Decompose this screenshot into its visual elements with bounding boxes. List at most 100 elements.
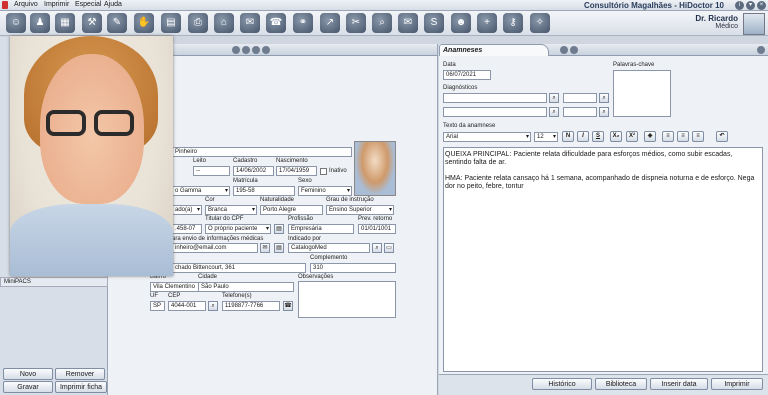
titular-select[interactable]: O próprio paciente: [205, 224, 271, 234]
naturalidade-field[interactable]: Porto Alegre: [260, 205, 323, 215]
nav-icon[interactable]: [232, 46, 240, 54]
tab-anamneses[interactable]: Anamneses: [439, 44, 549, 56]
search-icon[interactable]: ⌕: [372, 243, 382, 253]
diagnostico-field-2[interactable]: [443, 107, 547, 117]
matricula-field[interactable]: 195-58: [233, 186, 295, 196]
close-icon[interactable]: [757, 46, 765, 54]
palavras-chave-field[interactable]: [613, 70, 671, 117]
nav-icon[interactable]: [262, 46, 270, 54]
cep-field[interactable]: 4044-001: [168, 301, 206, 311]
cor-select[interactable]: Branca: [205, 205, 257, 215]
inativo-label: Inativo: [329, 168, 347, 174]
menu-imprimir[interactable]: Imprimir: [44, 1, 69, 8]
observacoes-field[interactable]: [298, 281, 396, 318]
align-right-icon[interactable]: ≡: [692, 131, 704, 142]
plano-select[interactable]: o Gamma: [172, 186, 230, 196]
subscript-button[interactable]: X₂: [610, 131, 622, 142]
search-icon[interactable]: ⌕: [372, 13, 392, 33]
align-center-icon[interactable]: ≡: [677, 131, 689, 142]
search-icon[interactable]: ⌕: [549, 107, 559, 117]
document-icon[interactable]: ▤: [274, 243, 284, 253]
search-icon[interactable]: ⌕: [599, 93, 609, 103]
font-select[interactable]: Arial: [443, 132, 531, 142]
document-icon[interactable]: ▤: [274, 224, 284, 234]
grau-select[interactable]: Ensino Superior: [326, 205, 394, 215]
print-icon[interactable]: ⎙: [188, 13, 208, 33]
profissao-field[interactable]: Empresária: [288, 224, 354, 234]
email-field[interactable]: inheiro@email.com: [172, 243, 258, 253]
telefone-field[interactable]: 1198877-7766: [222, 301, 280, 311]
send-icon[interactable]: ✉: [260, 243, 270, 253]
cadastro-field[interactable]: 14/06/2002: [233, 166, 274, 176]
font-size-select[interactable]: 12: [534, 132, 558, 142]
nav-icon[interactable]: [560, 46, 568, 54]
diagnostico-field-1[interactable]: [443, 93, 547, 103]
imprimir-ficha-button[interactable]: Imprimir ficha: [55, 381, 107, 393]
group-icon[interactable]: ♟: [30, 13, 50, 33]
compass-icon[interactable]: ✧: [530, 13, 550, 33]
search-icon[interactable]: ⌕: [599, 107, 609, 117]
phone-icon[interactable]: ☎: [283, 301, 293, 311]
italic-button[interactable]: I: [577, 131, 589, 142]
tools-icon[interactable]: ⚒: [82, 13, 102, 33]
inserir-data-button[interactable]: Inserir data: [650, 378, 708, 390]
patient-name-field[interactable]: Pinheiro: [172, 147, 352, 157]
close-window-icon[interactable]: ×: [757, 1, 766, 10]
menu-especial[interactable]: Especial: [75, 1, 101, 8]
align-left-icon[interactable]: ≡: [662, 131, 674, 142]
calendar-icon[interactable]: ▦: [55, 13, 75, 33]
home-icon[interactable]: ⌂: [214, 13, 234, 33]
export-icon[interactable]: ↗: [320, 13, 340, 33]
endereco-field[interactable]: chado Bittencourt, 361: [172, 263, 306, 273]
gravar-button[interactable]: Gravar: [3, 381, 53, 393]
search-icon[interactable]: ⌕: [208, 301, 218, 311]
estado-civil-select[interactable]: ado(a): [172, 205, 202, 215]
scissors-icon[interactable]: ✂: [346, 13, 366, 33]
mask-icon[interactable]: ☻: [451, 13, 471, 33]
cpf-field[interactable]: .458-07: [172, 224, 202, 234]
user-icon[interactable]: ☺: [6, 13, 26, 33]
search-icon[interactable]: ⌕: [549, 93, 559, 103]
key-icon[interactable]: ⚷: [503, 13, 523, 33]
card-icon[interactable]: ▭: [384, 243, 394, 253]
binoculars-icon[interactable]: ⚭: [293, 13, 313, 33]
nascimento-field[interactable]: 17/04/1959: [276, 166, 317, 176]
menu-ajuda[interactable]: Ajuda: [104, 1, 122, 8]
underline-button[interactable]: S: [592, 131, 604, 142]
color-icon[interactable]: ◈: [644, 131, 656, 142]
handshake-icon[interactable]: ✋: [134, 13, 154, 33]
mail-icon[interactable]: ✉: [398, 13, 418, 33]
bold-button[interactable]: N: [562, 131, 574, 142]
cidade-field[interactable]: São Paulo: [198, 282, 294, 292]
data-field[interactable]: 06/07/2021: [443, 70, 491, 80]
historico-button[interactable]: Histórico: [532, 378, 592, 390]
phone-icon[interactable]: ☎: [266, 13, 286, 33]
diagnostico-code-field-1[interactable]: [563, 93, 597, 103]
inativo-checkbox[interactable]: [320, 168, 327, 175]
add-icon[interactable]: +: [477, 13, 497, 33]
uf-field[interactable]: SP: [150, 301, 165, 311]
nav-icon[interactable]: [242, 46, 250, 54]
info-icon[interactable]: i: [735, 1, 744, 10]
undo-icon[interactable]: ↶: [716, 131, 728, 142]
sexo-select[interactable]: Feminino: [298, 186, 352, 196]
complemento-field[interactable]: 310: [310, 263, 396, 273]
remover-button[interactable]: Remover: [55, 368, 105, 380]
novo-button[interactable]: Novo: [3, 368, 53, 380]
chat-icon[interactable]: ✉: [240, 13, 260, 33]
nav-icon[interactable]: [252, 46, 260, 54]
book-icon[interactable]: ▤: [161, 13, 181, 33]
imprimir-button[interactable]: Imprimir: [711, 378, 763, 390]
nav-icon[interactable]: [570, 46, 578, 54]
diagnostico-code-field-2[interactable]: [563, 107, 597, 117]
s-icon[interactable]: S: [424, 13, 444, 33]
prev-retorno-field[interactable]: 01/01/1001: [358, 224, 396, 234]
indicado-field[interactable]: CatalogoMed: [288, 243, 370, 253]
biblioteca-button[interactable]: Biblioteca: [595, 378, 647, 390]
superscript-button[interactable]: X²: [626, 131, 638, 142]
minipacs-item[interactable]: MiniPACS: [0, 277, 108, 287]
leito-field[interactable]: --: [193, 166, 230, 176]
edit-icon[interactable]: ✎: [107, 13, 127, 33]
menu-arquivo[interactable]: Arquivo: [14, 1, 38, 8]
minimize-icon[interactable]: ▾: [746, 1, 755, 10]
